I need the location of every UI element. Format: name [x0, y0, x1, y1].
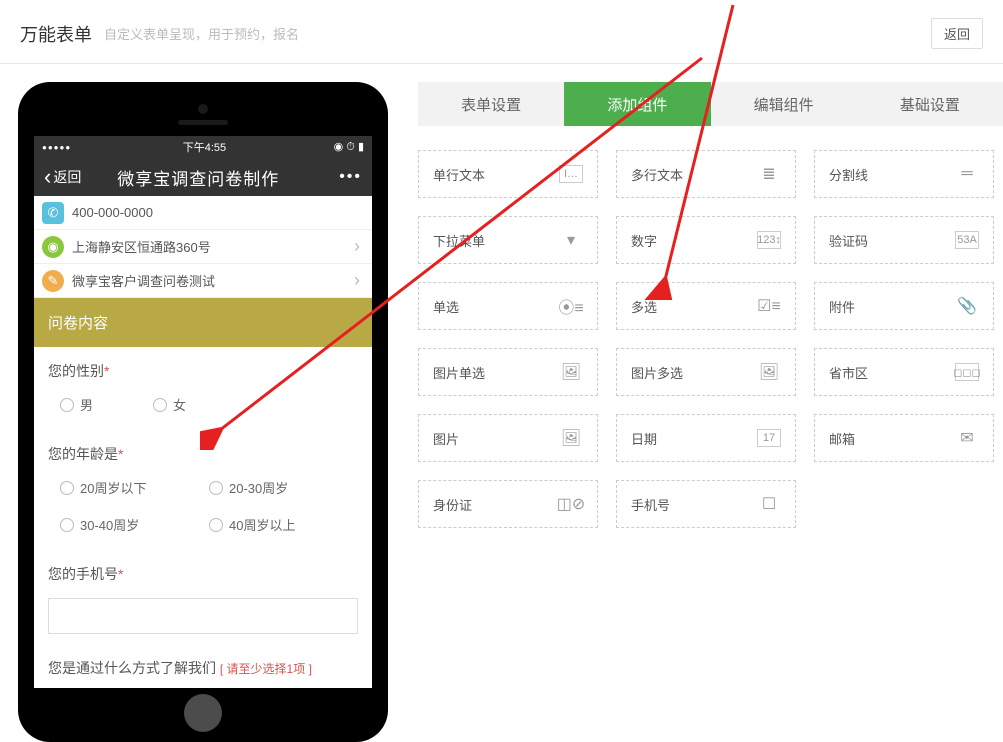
nav-back-button[interactable]: 返回: [44, 164, 81, 190]
q3-label: 您的手机号*: [48, 564, 358, 584]
survey-row[interactable]: ✎ 微享宝客户调查问卷测试 ›: [34, 264, 372, 298]
q3-input[interactable]: [48, 598, 358, 634]
page-subtitle: 自定义表单呈现，用于预约，报名: [104, 24, 931, 43]
status-bar: 下午4:55 ◉ ⏱ ▮: [34, 136, 372, 158]
tab-add-component[interactable]: 添加组件: [564, 82, 710, 126]
chevron-right-icon: ›: [354, 270, 360, 291]
component-region[interactable]: 省市区 ◻◻◻: [814, 348, 994, 396]
attach-icon: 📎: [955, 297, 979, 315]
q4-warning: [ 请至少选择1项 ]: [220, 662, 312, 676]
chevron-right-icon: ›: [354, 236, 360, 257]
component-label: 分割线: [829, 165, 868, 184]
pin-icon: ◉: [42, 236, 64, 258]
tabs: 表单设置 添加组件 编辑组件 基础设置: [418, 82, 1003, 126]
component-checkbox[interactable]: 多选 ☑≡: [616, 282, 796, 330]
date-icon: 17: [757, 429, 781, 447]
q2-label: 您的年龄是*: [48, 444, 358, 464]
component-mobile[interactable]: 手机号 ☐: [616, 480, 796, 528]
component-img-radio[interactable]: 图片单选 🖼: [418, 348, 598, 396]
q2-opt-1[interactable]: 20-30周岁: [209, 478, 358, 497]
text-multi-icon: ≣: [757, 165, 781, 183]
q1-opt-female[interactable]: 女: [153, 395, 186, 414]
status-time: 下午4:55: [183, 139, 226, 155]
back-button[interactable]: 返回: [931, 18, 983, 49]
component-radio[interactable]: 单选 ⦿≡: [418, 282, 598, 330]
component-label: 图片单选: [433, 363, 485, 382]
q2-opt-3[interactable]: 40周岁以上: [209, 515, 358, 534]
nav-more-icon[interactable]: •••: [339, 168, 362, 186]
home-button: [184, 694, 222, 732]
pencil-icon: ✎: [42, 270, 64, 292]
component-label: 身份证: [433, 495, 472, 514]
form-content: 您的性别* 男 女 您的年龄是* 20周岁以下 20-30周岁 30-40周岁 …: [34, 347, 372, 688]
contact-phone-row[interactable]: ✆ 400-000-0000: [34, 196, 372, 230]
right-panel: 表单设置 添加组件 编辑组件 基础设置 单行文本 I… 多行文本 ≣ 分割线 ═ 下拉菜单 ▾…: [418, 82, 1003, 742]
component-label: 图片多选: [631, 363, 683, 382]
component-img-check[interactable]: 图片多选 🖼: [616, 348, 796, 396]
contact-phone-text: 400-000-0000: [72, 205, 360, 220]
component-label: 手机号: [631, 495, 670, 514]
dropdown-icon: ▾: [559, 231, 583, 249]
component-label: 图片: [433, 429, 459, 448]
phone-screen: 下午4:55 ◉ ⏱ ▮ 返回 微享宝调查问卷制作 ••• ✆ 400-000-…: [34, 136, 372, 688]
email-icon: ✉: [955, 429, 979, 447]
region-icon: ◻◻◻: [955, 363, 979, 381]
text-single-icon: I…: [559, 165, 583, 183]
component-date[interactable]: 日期 17: [616, 414, 796, 462]
component-grid: 单行文本 I… 多行文本 ≣ 分割线 ═ 下拉菜单 ▾ 数字 123↕ 验证码 53A 单选 ⦿≡ 多选 ☑≡…: [418, 150, 1003, 528]
q4-label: 您是通过什么方式了解我们 [ 请至少选择1项 ]: [48, 658, 358, 678]
status-carrier: [42, 141, 75, 153]
status-indicators: ◉ ⏱ ▮: [334, 140, 364, 154]
divider-icon: ═: [955, 165, 979, 183]
component-captcha[interactable]: 验证码 53A: [814, 216, 994, 264]
component-label: 省市区: [829, 363, 868, 382]
component-label: 邮箱: [829, 429, 855, 448]
component-number[interactable]: 数字 123↕: [616, 216, 796, 264]
number-icon: 123↕: [757, 231, 781, 249]
q1-label: 您的性别*: [48, 361, 358, 381]
component-label: 多选: [631, 297, 657, 316]
tab-edit-component[interactable]: 编辑组件: [711, 82, 857, 126]
component-attach[interactable]: 附件 📎: [814, 282, 994, 330]
phone-mockup: 下午4:55 ◉ ⏱ ▮ 返回 微享宝调查问卷制作 ••• ✆ 400-000-…: [18, 82, 388, 742]
img-radio-icon: 🖼: [559, 363, 583, 381]
page-title: 万能表单: [20, 21, 92, 47]
survey-text: 微享宝客户调查问卷测试: [72, 271, 354, 290]
component-label: 日期: [631, 429, 657, 448]
address-text: 上海静安区恒通路360号: [72, 237, 354, 256]
radio-icon: ⦿≡: [559, 297, 583, 315]
tab-basic-settings[interactable]: 基础设置: [857, 82, 1003, 126]
component-label: 验证码: [829, 231, 868, 250]
phone-icon: ✆: [42, 202, 64, 224]
q2-opt-2[interactable]: 30-40周岁: [60, 515, 209, 534]
checkbox-icon: ☑≡: [757, 297, 781, 315]
component-image[interactable]: 图片 🖼: [418, 414, 598, 462]
component-idcard[interactable]: 身份证 ◫⊘: [418, 480, 598, 528]
component-label: 数字: [631, 231, 657, 250]
idcard-icon: ◫⊘: [559, 495, 583, 513]
component-label: 多行文本: [631, 165, 683, 184]
section-header: 问卷内容: [34, 298, 372, 347]
component-dropdown[interactable]: 下拉菜单 ▾: [418, 216, 598, 264]
nav-title: 微享宝调查问卷制作: [81, 165, 339, 190]
component-divider[interactable]: 分割线 ═: [814, 150, 994, 198]
component-label: 单选: [433, 297, 459, 316]
mobile-icon: ☐: [757, 495, 781, 513]
component-label: 下拉菜单: [433, 231, 485, 250]
component-text-single[interactable]: 单行文本 I…: [418, 150, 598, 198]
q1-opt-male[interactable]: 男: [60, 395, 93, 414]
captcha-icon: 53A: [955, 231, 979, 249]
page-header: 万能表单 自定义表单呈现，用于预约，报名 返回: [0, 0, 1003, 64]
image-icon: 🖼: [559, 429, 583, 447]
nav-bar: 返回 微享宝调查问卷制作 •••: [34, 158, 372, 196]
component-text-multi[interactable]: 多行文本 ≣: [616, 150, 796, 198]
img-check-icon: 🖼: [757, 363, 781, 381]
component-label: 单行文本: [433, 165, 485, 184]
q2-opt-0[interactable]: 20周岁以下: [60, 478, 209, 497]
tab-form-settings[interactable]: 表单设置: [418, 82, 564, 126]
component-email[interactable]: 邮箱 ✉: [814, 414, 994, 462]
component-label: 附件: [829, 297, 855, 316]
address-row[interactable]: ◉ 上海静安区恒通路360号 ›: [34, 230, 372, 264]
